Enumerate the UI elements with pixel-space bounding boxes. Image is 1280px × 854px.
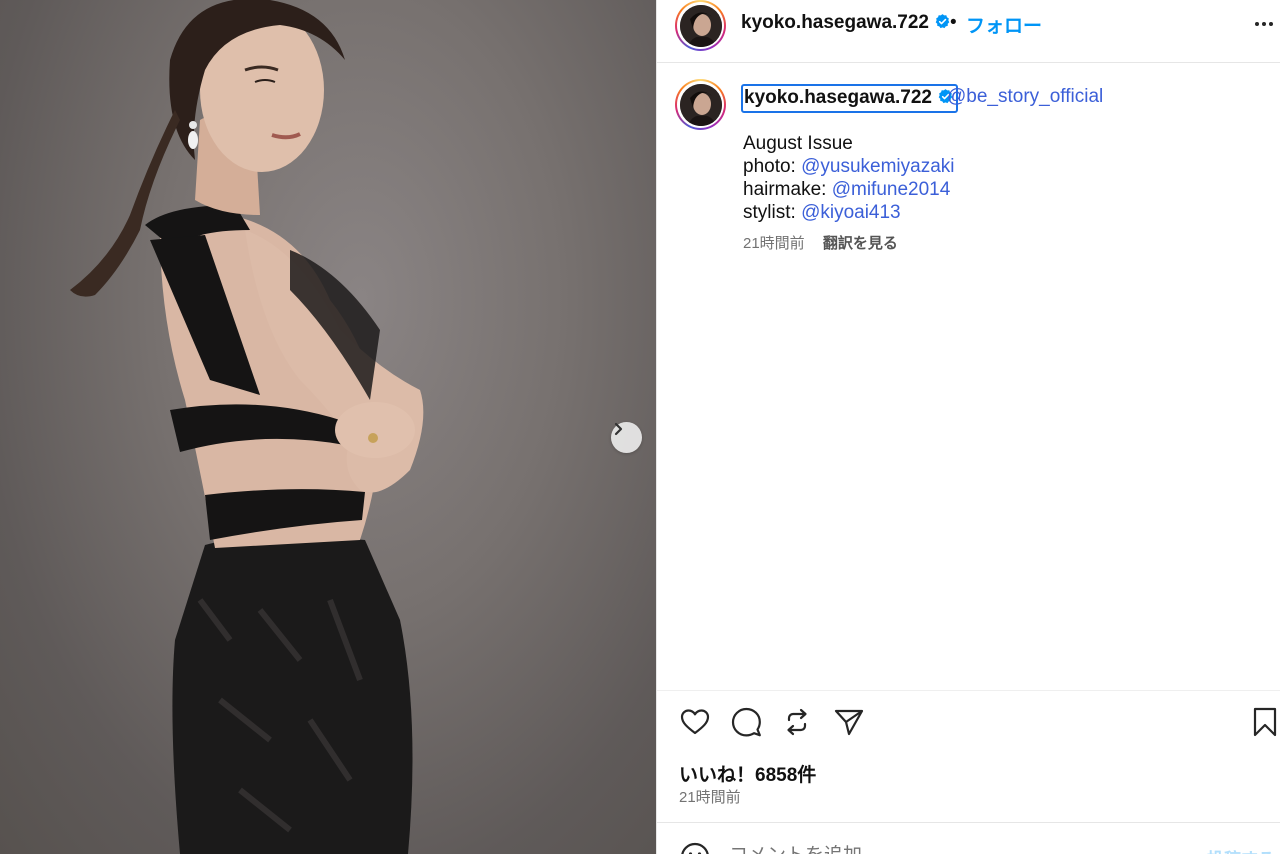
avatar-image	[679, 4, 722, 47]
heart-icon	[680, 709, 710, 735]
caption-line: photo: @yusukemiyazaki	[743, 155, 955, 178]
repost-button[interactable]	[781, 706, 813, 743]
post-header: kyoko.hasegawa.722 • フォロー	[657, 0, 1280, 63]
repost-icon	[787, 708, 807, 736]
caption-line: hairmake: @mifune2014	[743, 178, 955, 201]
post-comment-button[interactable]: 投稿する	[1207, 845, 1275, 854]
avatar-image	[679, 83, 722, 126]
chevron-right-icon	[614, 422, 623, 436]
caption-username[interactable]: kyoko.hasegawa.722	[741, 84, 958, 113]
post-photo	[0, 0, 656, 854]
caption-line-label: photo:	[743, 156, 802, 177]
caption-username-text[interactable]: kyoko.hasegawa.722	[744, 87, 932, 108]
caption-line-label: stylist:	[743, 202, 802, 223]
bookmark-icon	[1253, 707, 1277, 737]
share-button[interactable]	[833, 706, 865, 743]
caption-line-mention[interactable]: @mifune2014	[832, 179, 951, 200]
caption-line-mention[interactable]: @yusukemiyazaki	[801, 156, 954, 177]
caption-line-label: August Issue	[743, 133, 853, 154]
comment-button[interactable]	[730, 706, 762, 743]
header-username[interactable]: kyoko.hasegawa.722	[741, 12, 951, 34]
next-image-button[interactable]	[611, 422, 642, 453]
emoji-icon[interactable]	[679, 841, 711, 854]
caption-body: August Issue photo: @yusukemiyazaki hair…	[743, 132, 955, 224]
comment-input[interactable]	[729, 845, 1129, 854]
send-icon	[834, 709, 864, 736]
comment-bubble-icon	[731, 707, 761, 737]
photo-illustration	[70, 0, 424, 854]
follow-button[interactable]: フォロー	[966, 11, 1042, 38]
like-button[interactable]	[679, 706, 711, 743]
header-username-text[interactable]: kyoko.hasegawa.722	[741, 12, 929, 33]
more-options-button[interactable]	[1253, 13, 1275, 40]
caption-timestamp[interactable]: 21時間前	[743, 235, 805, 252]
caption-line-label: hairmake:	[743, 179, 832, 200]
header-separator: •	[950, 12, 957, 33]
post-timestamp[interactable]: 21時間前	[679, 786, 741, 807]
verified-badge-icon	[935, 14, 950, 29]
more-options-icon	[1255, 22, 1273, 26]
header-avatar[interactable]	[675, 0, 726, 51]
actions-divider	[657, 690, 1280, 691]
translate-button[interactable]: 翻訳を見る	[823, 235, 898, 252]
caption-line: August Issue	[743, 132, 955, 155]
post-side-panel: kyoko.hasegawa.722 • フォロー kyoko.hasegawa…	[656, 0, 1280, 854]
save-button[interactable]	[1251, 706, 1279, 743]
comment-bar: 投稿する	[657, 822, 1280, 854]
caption-line-mention[interactable]: @kiyoai413	[801, 202, 901, 223]
caption-avatar[interactable]	[675, 79, 726, 130]
like-count[interactable]: いいね！6858件	[679, 760, 816, 787]
caption-mention-link[interactable]: @be_story_official	[947, 86, 1103, 108]
caption-line: stylist: @kiyoai413	[743, 201, 955, 224]
caption-meta: 21時間前 翻訳を見る	[743, 232, 898, 253]
